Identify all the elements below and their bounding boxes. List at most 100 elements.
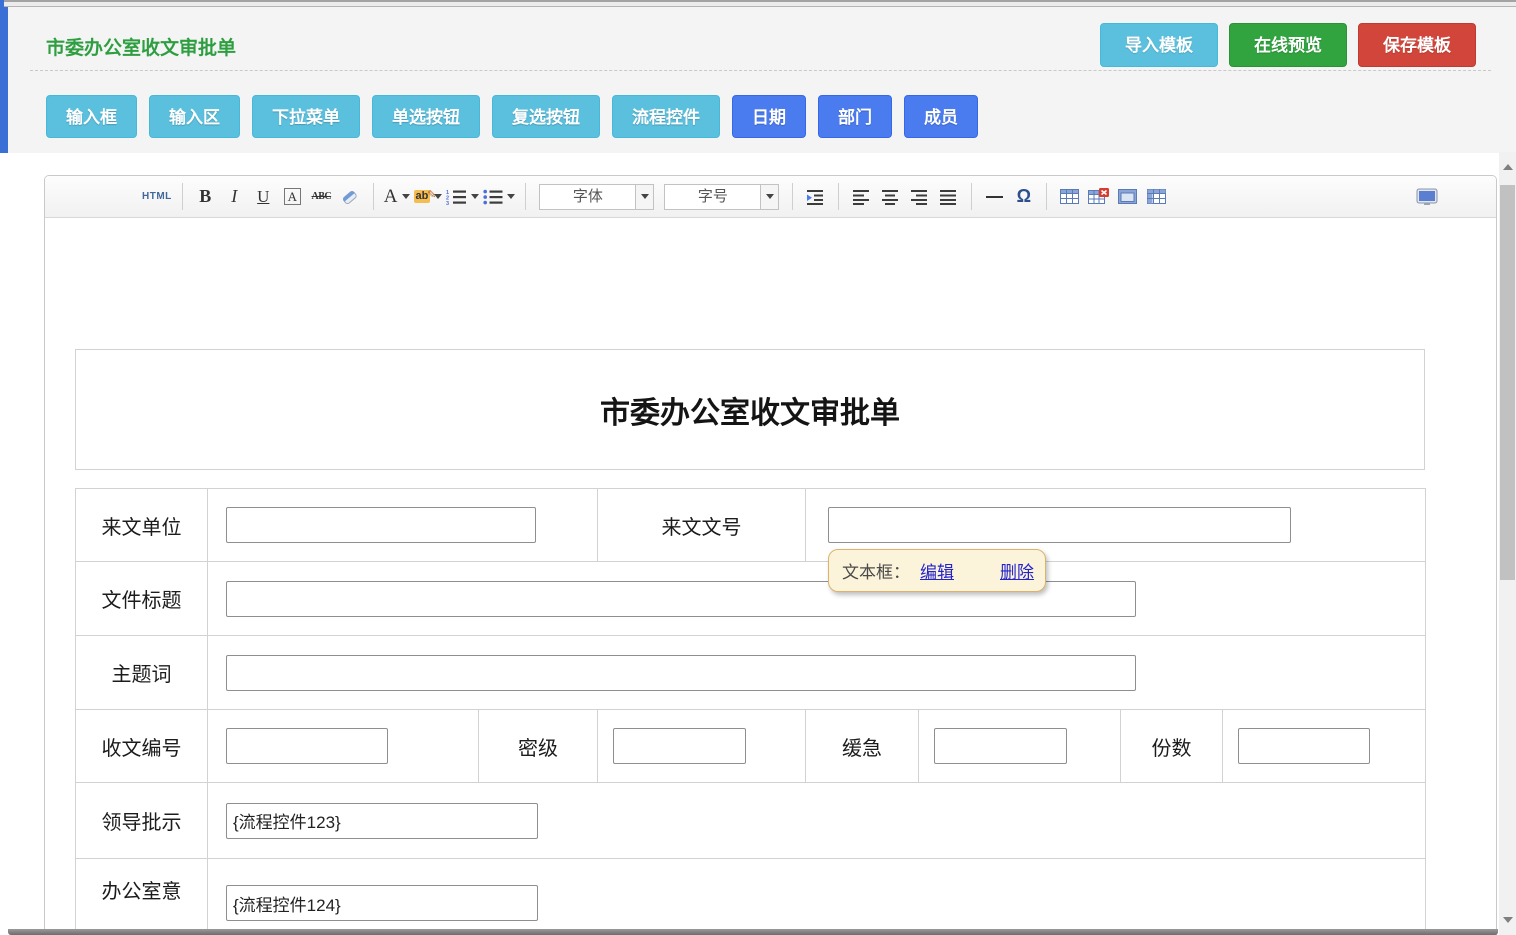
insert-table-button[interactable] — [1057, 184, 1082, 210]
field-label: 文件标题 — [76, 562, 208, 636]
horizontal-rule-button[interactable] — [982, 184, 1007, 210]
copies-count-input[interactable] — [1238, 728, 1370, 764]
editor-toolbar: HTML B I U A ABC — [45, 176, 1496, 218]
align-justify-button[interactable] — [936, 184, 961, 210]
table-row: 来文单位 来文文号 — [76, 489, 1426, 562]
online-preview-button[interactable]: 在线预览 — [1229, 23, 1347, 67]
widget-input-box-button[interactable]: 输入框 — [46, 95, 137, 138]
delete-table-button[interactable] — [1086, 184, 1111, 210]
caret-down-icon — [507, 194, 515, 199]
field-label: 领导批示 — [76, 783, 208, 859]
fullscreen-button[interactable] — [1414, 184, 1439, 210]
table-cell-properties-icon — [1118, 188, 1137, 205]
bold-button[interactable]: B — [193, 184, 218, 210]
scroll-down-icon[interactable] — [1503, 917, 1513, 923]
font-family-label: 字体 — [540, 185, 635, 209]
form-title: 市委办公室收文审批单 — [600, 388, 900, 432]
table-cell-properties-button[interactable] — [1115, 184, 1140, 210]
office-opinion-input[interactable] — [226, 885, 538, 921]
table-row: 文件标题 — [76, 562, 1426, 636]
delete-table-icon — [1088, 188, 1109, 205]
table-row: 收文编号 密级 缓急 份数 — [76, 710, 1426, 783]
font-family-select[interactable]: 字体 — [539, 184, 654, 210]
omega-icon: Ω — [1017, 186, 1031, 207]
remove-format-button[interactable] — [338, 184, 363, 210]
save-template-button[interactable]: 保存模板 — [1358, 23, 1476, 67]
field-label: 办公室意 — [76, 859, 208, 935]
window-top-edge — [0, 0, 1516, 7]
font-attribute-button[interactable]: A — [280, 184, 305, 210]
special-character-button[interactable]: Ω — [1011, 184, 1036, 210]
field-label: 份数 — [1121, 710, 1223, 783]
italic-button[interactable]: I — [222, 184, 247, 210]
highlight-icon: ab✎ — [414, 190, 431, 203]
widget-radio-button[interactable]: 单选按钮 — [372, 95, 480, 138]
strikethrough-button[interactable]: ABC — [309, 184, 334, 210]
horizontal-rule-icon — [986, 196, 1003, 198]
approval-form-table: 来文单位 来文文号 文件标题 主题词 收文编号 密级 — [75, 488, 1426, 935]
header-actions: 导入模板 在线预览 保存模板 — [1100, 23, 1476, 67]
urgency-input[interactable] — [934, 728, 1067, 764]
field-label: 缓急 — [806, 710, 919, 783]
table-row-properties-button[interactable] — [1144, 184, 1169, 210]
incoming-doc-number-input[interactable] — [828, 507, 1291, 543]
widget-flow-control-button[interactable]: 流程控件 — [612, 95, 720, 138]
tooltip-edit-link[interactable]: 编辑 — [920, 558, 954, 583]
ordered-list-button[interactable]: 1 2 3 — [446, 184, 479, 210]
font-size-select[interactable]: 字号 — [664, 184, 779, 210]
ordered-list-icon: 1 2 3 — [446, 189, 467, 205]
vertical-scrollbar[interactable] — [1499, 152, 1516, 935]
subject-words-input[interactable] — [226, 655, 1136, 691]
import-template-button[interactable]: 导入模板 — [1100, 23, 1218, 67]
toolbar-separator — [838, 183, 839, 210]
table-row: 办公室意 — [76, 859, 1426, 935]
widget-dropdown-button[interactable]: 下拉菜单 — [252, 95, 360, 138]
font-color-icon: A — [384, 186, 398, 208]
indent-button[interactable] — [803, 184, 828, 210]
toolbar-separator — [182, 183, 183, 210]
left-accent-strip — [0, 7, 8, 153]
align-right-icon — [910, 188, 929, 205]
incoming-unit-input[interactable] — [226, 507, 536, 543]
source-code-button[interactable]: HTML — [142, 184, 172, 210]
toolbar-separator — [373, 183, 374, 210]
highlight-color-button[interactable]: ab✎ — [414, 184, 443, 210]
underline-icon: U — [257, 187, 269, 207]
receipt-number-input[interactable] — [226, 728, 388, 764]
align-justify-icon — [939, 188, 958, 205]
header-divider — [30, 70, 1491, 71]
align-center-button[interactable] — [878, 184, 903, 210]
scroll-up-icon[interactable] — [1503, 164, 1513, 170]
font-box-icon: A — [284, 188, 301, 205]
header: 市委办公室收文审批单 导入模板 在线预览 保存模板 输入框 输入区 下拉菜单 单… — [8, 7, 1516, 153]
widget-textarea-button[interactable]: 输入区 — [149, 95, 240, 138]
secrecy-level-input[interactable] — [613, 728, 746, 764]
select-arrow[interactable] — [760, 185, 778, 209]
scrollbar-thumb[interactable] — [1500, 185, 1515, 580]
unordered-list-icon — [483, 189, 503, 205]
toolbar-separator — [971, 183, 972, 210]
editor-document[interactable]: 市委办公室收文审批单 来文单位 来文文号 文件标题 主 — [45, 349, 1496, 935]
indent-icon — [806, 188, 825, 205]
underline-button[interactable]: U — [251, 184, 276, 210]
align-left-button[interactable] — [849, 184, 874, 210]
widget-tooltip: 文本框： 编辑 删除 — [828, 549, 1046, 592]
align-right-button[interactable] — [907, 184, 932, 210]
select-arrow[interactable] — [635, 185, 653, 209]
field-label: 密级 — [479, 710, 598, 783]
widget-department-button[interactable]: 部门 — [818, 95, 892, 138]
widget-checkbox-button[interactable]: 复选按钮 — [492, 95, 600, 138]
table-row-properties-icon — [1147, 188, 1166, 205]
page-title: 市委办公室收文审批单 — [46, 33, 236, 60]
tooltip-delete-link[interactable]: 删除 — [1000, 558, 1034, 583]
unordered-list-button[interactable] — [483, 184, 515, 210]
rich-text-editor: HTML B I U A ABC — [44, 175, 1497, 935]
caret-down-icon — [766, 194, 774, 199]
font-color-button[interactable]: A — [384, 184, 410, 210]
strikethrough-icon: ABC — [311, 191, 331, 202]
leader-instructions-input[interactable] — [226, 803, 538, 839]
field-label: 来文文号 — [598, 489, 806, 562]
widget-member-button[interactable]: 成员 — [904, 95, 978, 138]
caret-down-icon — [402, 194, 410, 199]
widget-date-button[interactable]: 日期 — [732, 95, 806, 138]
